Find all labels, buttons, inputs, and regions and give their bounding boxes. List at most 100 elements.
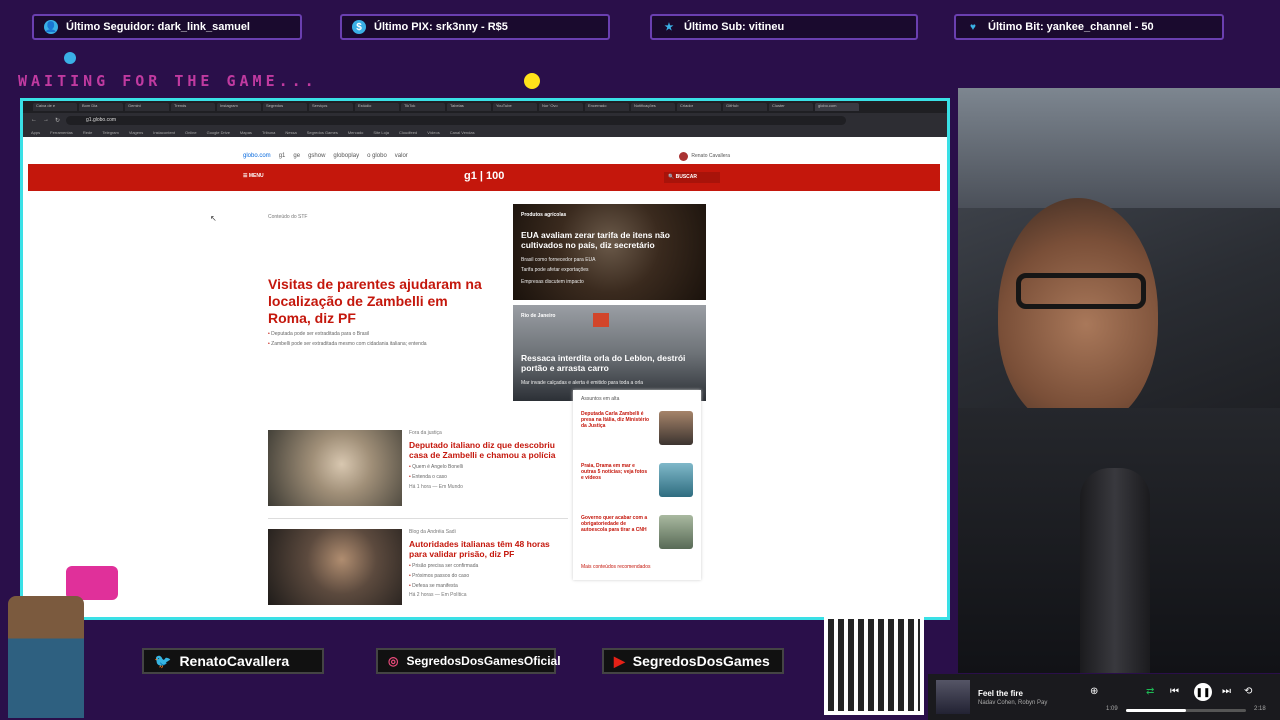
card-sub[interactable]: Brasil como fornecedor para EUA [521,257,696,263]
browser-tab[interactable]: globo.com [815,103,859,111]
news-sub[interactable]: Prisão precisa ser confirmada [409,563,569,569]
bookmark-item[interactable]: Viagens [129,130,143,135]
bookmark-item[interactable]: Mapas [240,130,252,135]
trending-item[interactable]: Governo quer acabar com a obrigatoriedad… [573,512,701,564]
progress-track[interactable] [1126,709,1246,712]
trending-title[interactable]: Praia, Drama em mar e outras 5 notícias;… [581,463,651,509]
browser-tab[interactable]: Criador [677,103,721,111]
twitter-handle[interactable]: 🐦 RenatoCavallera [142,648,324,674]
hero-related-1[interactable]: Deputada pode ser extraditada para o Bra… [268,331,506,337]
browser-tab[interactable]: Trends [171,103,215,111]
bookmark-item[interactable]: Vídeos [427,130,439,135]
instagram-handle[interactable]: ◎ SegredosDosGamesOficial [376,648,561,674]
bookmark-item[interactable]: Cloudfeed [399,130,417,135]
browser-tab[interactable]: Caixa de e [33,103,77,111]
news-card-tariff[interactable]: Produtos agrícolas EUA avaliam zerar tar… [513,204,706,300]
browser-tab[interactable]: TikTok [401,103,445,111]
hero-title[interactable]: Visitas de parentes ajudaram na localiza… [268,276,483,327]
trending-item[interactable]: Deputada Carla Zambelli é presa na Itáli… [573,408,701,460]
bookmark-item[interactable]: Instacontent [153,130,175,135]
total-time: 2:18 [1254,706,1266,712]
browser-tab[interactable]: GitHub [723,103,767,111]
browser-tab[interactable]: Nor 'Ovo [539,103,583,111]
browser-tab[interactable]: Gemini [125,103,169,111]
progress-fill [1126,709,1186,712]
browser-tab[interactable]: Notificações [631,103,675,111]
news-title[interactable]: Autoridades italianas têm 48 horas para … [409,539,569,559]
youtube-text: SegredosDosGames [632,653,770,669]
hero-related-2[interactable]: Zambelli pode ser extraditada mesmo com … [268,341,506,347]
g1-logo[interactable]: g1 | 100 [464,170,504,182]
bookmark-item[interactable]: Telegram [102,130,118,135]
globo-nav-link[interactable]: g1 [279,153,286,159]
trending-title[interactable]: Deputada Carla Zambelli é presa na Itáli… [581,411,651,457]
previous-icon[interactable]: ⏮ [1170,686,1179,697]
bookmark-item[interactable]: Site Loja [373,130,389,135]
bookmark-item[interactable]: Canal Vendas [450,130,475,135]
bookmark-item[interactable]: Tribuna [262,130,275,135]
globo-nav-link[interactable]: valor [395,153,408,159]
card-title[interactable]: Ressaca interdita orla do Leblon, destró… [521,353,691,373]
bookmark-item[interactable]: Apps [31,130,40,135]
browser-tab[interactable]: Tabelas [447,103,491,111]
browser-tab[interactable]: Instagram [217,103,261,111]
back-icon[interactable]: ← [31,117,37,123]
browser-tab[interactable]: Encerrado [585,103,629,111]
trending-more[interactable]: Mais conteúdos recomendados [573,564,701,576]
hero-card[interactable]: Conteúdo do STF Visitas de parentes ajud… [268,214,506,404]
bookmark-item[interactable]: Ferramentas [50,130,73,135]
card-sub[interactable]: Tarifa pode afetar exportações [521,267,696,273]
card-title[interactable]: EUA avaliam zerar tarifa de itens não cu… [521,230,691,250]
globo-nav-link[interactable]: globoplay [333,153,359,159]
alert-pix-text: Último PIX: srk3nny - R$5 [374,21,508,33]
bookmark-item[interactable]: Mercado [348,130,364,135]
add-icon[interactable]: ⊕ [1090,686,1098,697]
globo-nav-link[interactable]: gshow [308,153,325,159]
next-icon[interactable]: ⏭ [1222,686,1231,697]
bookmark-item[interactable]: Google Drive [207,130,230,135]
news-sub[interactable]: Defesa se manifesta [409,583,569,589]
news-sub[interactable]: Entenda o caso [409,474,569,480]
globo-nav-link[interactable]: ge [293,153,300,159]
news-item-2[interactable]: Blog da Andréia Sadi Autoridades italian… [268,529,568,607]
trending-item[interactable]: Praia, Drama em mar e outras 5 notícias;… [573,460,701,512]
news-item-1[interactable]: Fora da justiça Deputado italiano diz qu… [268,430,568,508]
browser-tab[interactable]: Bom Dia [79,103,123,111]
browser-tab[interactable]: Cluster [769,103,813,111]
youtube-handle[interactable]: ▶ SegredosDosGames [602,648,784,674]
user-account[interactable]: Renato Cavallera [679,151,730,161]
globo-nav-link[interactable]: o globo [367,153,387,159]
search-button[interactable]: 🔍 BUSCAR [664,172,720,183]
shuffle-icon[interactable]: ⇄ [1146,686,1154,697]
forward-icon[interactable]: → [43,117,49,123]
bookmark-item[interactable]: Nessa [285,130,296,135]
card-sub[interactable]: Empresas discutem impacto [521,279,696,285]
globo-nav-link[interactable]: globo.com [243,153,271,159]
browser-tab[interactable]: Estúdio [355,103,399,111]
qr-caption: livepix.gg/segredosdosgames [826,603,919,610]
news-sub[interactable]: Próximos passos do caso [409,573,569,579]
trending-thumb [659,515,693,549]
card-sub[interactable]: Mar invade calçadas e alerta é emitido p… [521,380,696,386]
news-meta: Há 1 hora — Em Mundo [409,484,463,490]
reload-icon[interactable]: ↻ [55,117,60,124]
repeat-icon[interactable]: ⟲ [1244,686,1252,697]
youtube-icon: ▶ [614,652,625,669]
browser-tab[interactable]: YouTube [493,103,537,111]
browser-tab[interactable]: Segredos [263,103,307,111]
news-title[interactable]: Deputado italiano diz que descobriu casa… [409,440,569,460]
news-card-leblon[interactable]: Rio de Janeiro Ressaca interdita orla do… [513,305,706,401]
bookmark-item[interactable]: Segredos Games [307,130,338,135]
webcam-feed [958,88,1280,673]
qr-code[interactable] [824,615,924,715]
webcam-glasses [1016,273,1146,309]
pause-icon[interactable]: ❚❚ [1194,683,1212,701]
bookmark-item[interactable]: Online [185,130,197,135]
trending-title[interactable]: Governo quer acabar com a obrigatoriedad… [581,515,651,561]
browser-tab[interactable]: Serviços [309,103,353,111]
pixel-invader-icon [66,566,118,600]
url-input[interactable]: g1.globo.com [66,115,847,125]
bookmark-item[interactable]: Rede [83,130,93,135]
news-sub[interactable]: Quem é Angelo Bonelli [409,464,569,470]
menu-button[interactable]: ☰ MENU [243,173,264,179]
